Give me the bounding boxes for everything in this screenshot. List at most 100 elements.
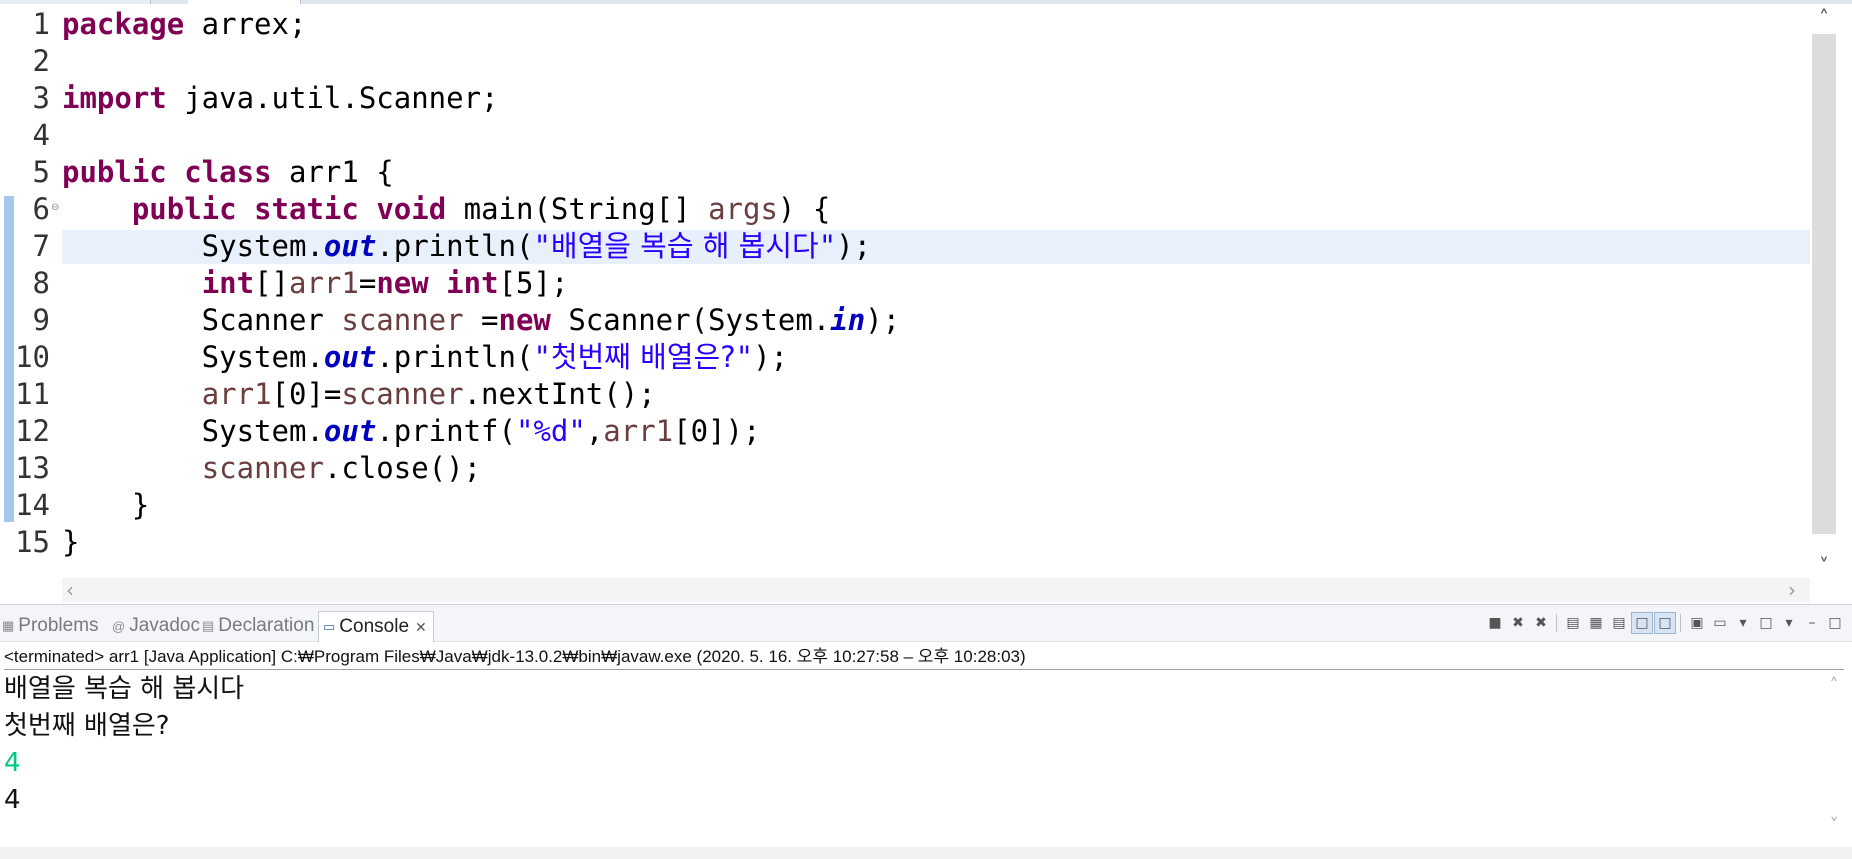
code-text[interactable]: Scanner scanner =new Scanner(System.in);	[62, 302, 900, 339]
console-horizontal-scrollbar[interactable]	[0, 847, 1852, 859]
scroll-left-icon[interactable]: ‹	[66, 578, 74, 602]
code-text[interactable]: }	[62, 524, 79, 561]
code-text[interactable]: int[]arr1=new int[5];	[62, 265, 569, 302]
line-number: 5	[32, 155, 50, 189]
code-text[interactable]: System.out.println("첫번째 배열은?");	[62, 339, 788, 376]
show-on-output-icon[interactable]: □	[1631, 612, 1653, 634]
scroll-down-icon[interactable]: ˅	[1822, 815, 1846, 836]
line-number: 10	[15, 340, 50, 374]
maximize-icon[interactable]: □	[1824, 612, 1846, 634]
clear-console-icon[interactable]: ▤	[1562, 612, 1584, 634]
javadoc-icon: @	[112, 618, 126, 634]
code-line[interactable]: 5 public class arr1 {	[0, 154, 1812, 191]
remove-all-terminated-icon[interactable]: ✖	[1530, 612, 1552, 634]
code-text[interactable]: }	[62, 487, 149, 524]
panel-tab-bar: ▦ Problems @ Javadoc ▤ Declaration ▭ Con…	[0, 605, 1852, 642]
chevron-down-icon[interactable]: ▾	[1732, 612, 1754, 634]
console-output[interactable]: 배열을 복습 해 봅시다첫번째 배열은? 4 4	[4, 671, 1804, 819]
console-output-line: 배열을 복습 해 봅시다	[4, 674, 245, 704]
console-output-line: 4	[4, 785, 21, 815]
pin-console-icon[interactable]: ▣	[1686, 612, 1708, 634]
code-text[interactable]: System.out.printf("%d",arr1[0]);	[62, 413, 761, 450]
code-text[interactable]: System.out.println("배열을 복습 해 봅시다");	[62, 228, 871, 265]
close-icon[interactable]: ✕	[415, 619, 427, 636]
code-line[interactable]: 6 ⊖ public static void main(String[] args…	[0, 191, 1812, 228]
line-number: 16	[14, 562, 54, 568]
line-number: 4	[32, 118, 50, 152]
code-lines[interactable]: 1 package arrex; 2 3 import java.util.Scanne…	[0, 6, 1812, 561]
declaration-icon: ▤	[202, 618, 215, 633]
code-line[interactable]: 8 int[]arr1=new int[5];	[0, 265, 1812, 302]
console-input-line: 4	[4, 748, 21, 778]
tab-problems[interactable]: ▦ Problems	[2, 611, 99, 641]
line-number: 7	[32, 229, 50, 263]
show-on-error-icon[interactable]: □	[1654, 612, 1676, 634]
line-number: 8	[32, 266, 50, 300]
scroll-right-icon[interactable]: ›	[1788, 578, 1796, 602]
process-status: <terminated> arr1 [Java Application] C:₩…	[4, 645, 1844, 670]
remove-launch-icon[interactable]: ✖	[1507, 612, 1529, 634]
chevron-down-icon[interactable]: ▾	[1778, 612, 1800, 634]
console-icon: ▭	[323, 619, 336, 634]
code-editor[interactable]: 1 package arrex; 2 3 import java.util.Scanne…	[0, 0, 1852, 604]
editor-tab-active[interactable]	[188, 0, 301, 4]
line-number: 6	[32, 192, 50, 226]
code-text[interactable]: scanner.close();	[62, 450, 481, 487]
line-number: 9	[32, 303, 50, 337]
console-vertical-scrollbar[interactable]: ˄ ˅	[1822, 675, 1846, 845]
tab-label: Javadoc	[129, 615, 200, 636]
tab-declaration[interactable]: ▤ Declaration	[202, 611, 314, 641]
problems-icon: ▦	[2, 618, 15, 633]
code-line[interactable]: 1 package arrex;	[0, 6, 1812, 43]
tab-label: Declaration	[218, 615, 315, 636]
minimize-icon[interactable]: –	[1801, 612, 1823, 634]
line-number: 15	[15, 525, 50, 559]
code-text[interactable]: package arrex;	[62, 6, 306, 43]
editor-tab-strip	[0, 0, 1852, 4]
line-number: 12	[15, 414, 50, 448]
line-number: 14	[15, 488, 50, 522]
line-number: 2	[32, 44, 50, 78]
scroll-lock-icon[interactable]: ▦	[1585, 612, 1607, 634]
code-line[interactable]: 11 arr1[0]=scanner.nextInt();	[0, 376, 1812, 413]
bottom-panel: ▦ Problems @ Javadoc ▤ Declaration ▭ Con…	[0, 604, 1852, 859]
code-line[interactable]: 3 import java.util.Scanner;	[0, 80, 1812, 117]
code-line[interactable]: 12 System.out.printf("%d",arr1[0]);	[0, 413, 1812, 450]
fold-icon[interactable]: ⊖	[51, 202, 59, 213]
editor-vertical-scrollbar[interactable]: ˄ ˅	[1810, 6, 1838, 578]
scroll-down-icon[interactable]: ˅	[1810, 554, 1838, 578]
editor-tab-inactive[interactable]	[0, 0, 151, 4]
display-console-icon[interactable]: ▭	[1709, 612, 1731, 634]
scroll-up-icon[interactable]: ˄	[1810, 6, 1838, 30]
tab-label: Console	[339, 616, 410, 637]
scrollbar-thumb[interactable]	[1812, 34, 1836, 534]
open-console-icon[interactable]: □	[1755, 612, 1777, 634]
code-text[interactable]: arr1[0]=scanner.nextInt();	[62, 376, 656, 413]
terminate-icon[interactable]: ■	[1484, 612, 1506, 634]
code-line[interactable]: 15}	[0, 524, 1812, 561]
code-line[interactable]: 14 }	[0, 487, 1812, 524]
code-line[interactable]: 13 scanner.close();	[0, 450, 1812, 487]
code-line[interactable]: 7 System.out.println("배열을 복습 해 봅시다");	[0, 228, 1812, 265]
toolbar-separator	[1680, 614, 1681, 632]
code-line[interactable]: 2	[0, 43, 1812, 80]
editor-horizontal-scrollbar[interactable]: ‹ ›	[62, 578, 1810, 602]
scroll-up-icon[interactable]: ˄	[1822, 675, 1846, 696]
console-toolbar: ■ ✖ ✖ ▤ ▦ ▤ □ □ ▣ ▭ ▾ □ ▾ – □	[1483, 611, 1846, 635]
line-number-peek: 16	[14, 562, 54, 568]
code-line[interactable]: 10 System.out.println("첫번째 배열은?");	[0, 339, 1812, 376]
console-output-line: 첫번째 배열은?	[4, 711, 170, 741]
toolbar-separator	[1556, 614, 1557, 632]
code-text[interactable]: import java.util.Scanner;	[62, 80, 499, 117]
tab-javadoc[interactable]: @ Javadoc	[112, 611, 200, 641]
line-number: 13	[15, 451, 50, 485]
code-line[interactable]: 9 Scanner scanner =new Scanner(System.in…	[0, 302, 1812, 339]
word-wrap-icon[interactable]: ▤	[1608, 612, 1630, 634]
code-line[interactable]: 4	[0, 117, 1812, 154]
line-number: 3	[32, 81, 50, 115]
code-text[interactable]: public static void main(String[] args) {	[62, 191, 830, 228]
tab-console[interactable]: ▭ Console ✕	[318, 611, 434, 642]
line-number: 1	[32, 7, 50, 41]
tab-label: Problems	[18, 615, 99, 636]
code-text[interactable]: public class arr1 {	[62, 154, 394, 191]
